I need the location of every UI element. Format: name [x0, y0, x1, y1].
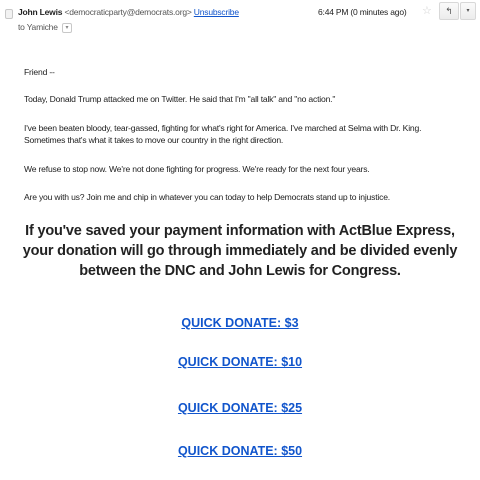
recipient-details-toggle[interactable]: ▾ — [61, 22, 72, 33]
timestamp: 6:44 PM (0 minutes ago) — [318, 7, 407, 17]
email-header: John Lewis <democraticparty@democrats.or… — [0, 0, 480, 42]
recipient-label: to Yamiche — [18, 22, 58, 32]
paragraph-2: I've been beaten bloody, tear-gassed, fi… — [24, 123, 422, 145]
quick-donate-50-link[interactable]: QUICK DONATE: $50 — [0, 443, 480, 459]
paragraph-1: Today, Donald Trump attacked me on Twitt… — [24, 94, 336, 104]
recipient-line: to Yamiche ▾ — [18, 21, 72, 33]
star-icon[interactable]: ☆ — [422, 4, 432, 18]
from-line: John Lewis <democraticparty@democrats.or… — [18, 6, 239, 18]
sender-avatar-icon — [5, 9, 13, 19]
donation-info-headline: If you've saved your payment information… — [22, 223, 458, 279]
quick-donate-10-link[interactable]: QUICK DONATE: $10 — [0, 354, 480, 370]
unsubscribe-link[interactable]: Unsubscribe — [194, 7, 239, 17]
sender-email: <democraticparty@democrats.org> — [64, 7, 192, 17]
paragraph-3: We refuse to stop now. We're not done fi… — [24, 164, 370, 174]
greeting: Friend -- — [24, 67, 55, 77]
sender-name[interactable]: John Lewis — [18, 7, 62, 17]
quick-donate-25-link[interactable]: QUICK DONATE: $25 — [0, 400, 480, 416]
chevron-down-icon: ▾ — [466, 8, 470, 14]
reply-button[interactable]: ↰ — [439, 2, 459, 20]
paragraph-4: Are you with us? Join me and chip in wha… — [24, 192, 390, 202]
reply-icon: ↰ — [445, 6, 453, 16]
quick-donate-3-link[interactable]: QUICK DONATE: $3 — [0, 315, 480, 331]
more-options-button[interactable]: ▾ — [460, 2, 476, 20]
